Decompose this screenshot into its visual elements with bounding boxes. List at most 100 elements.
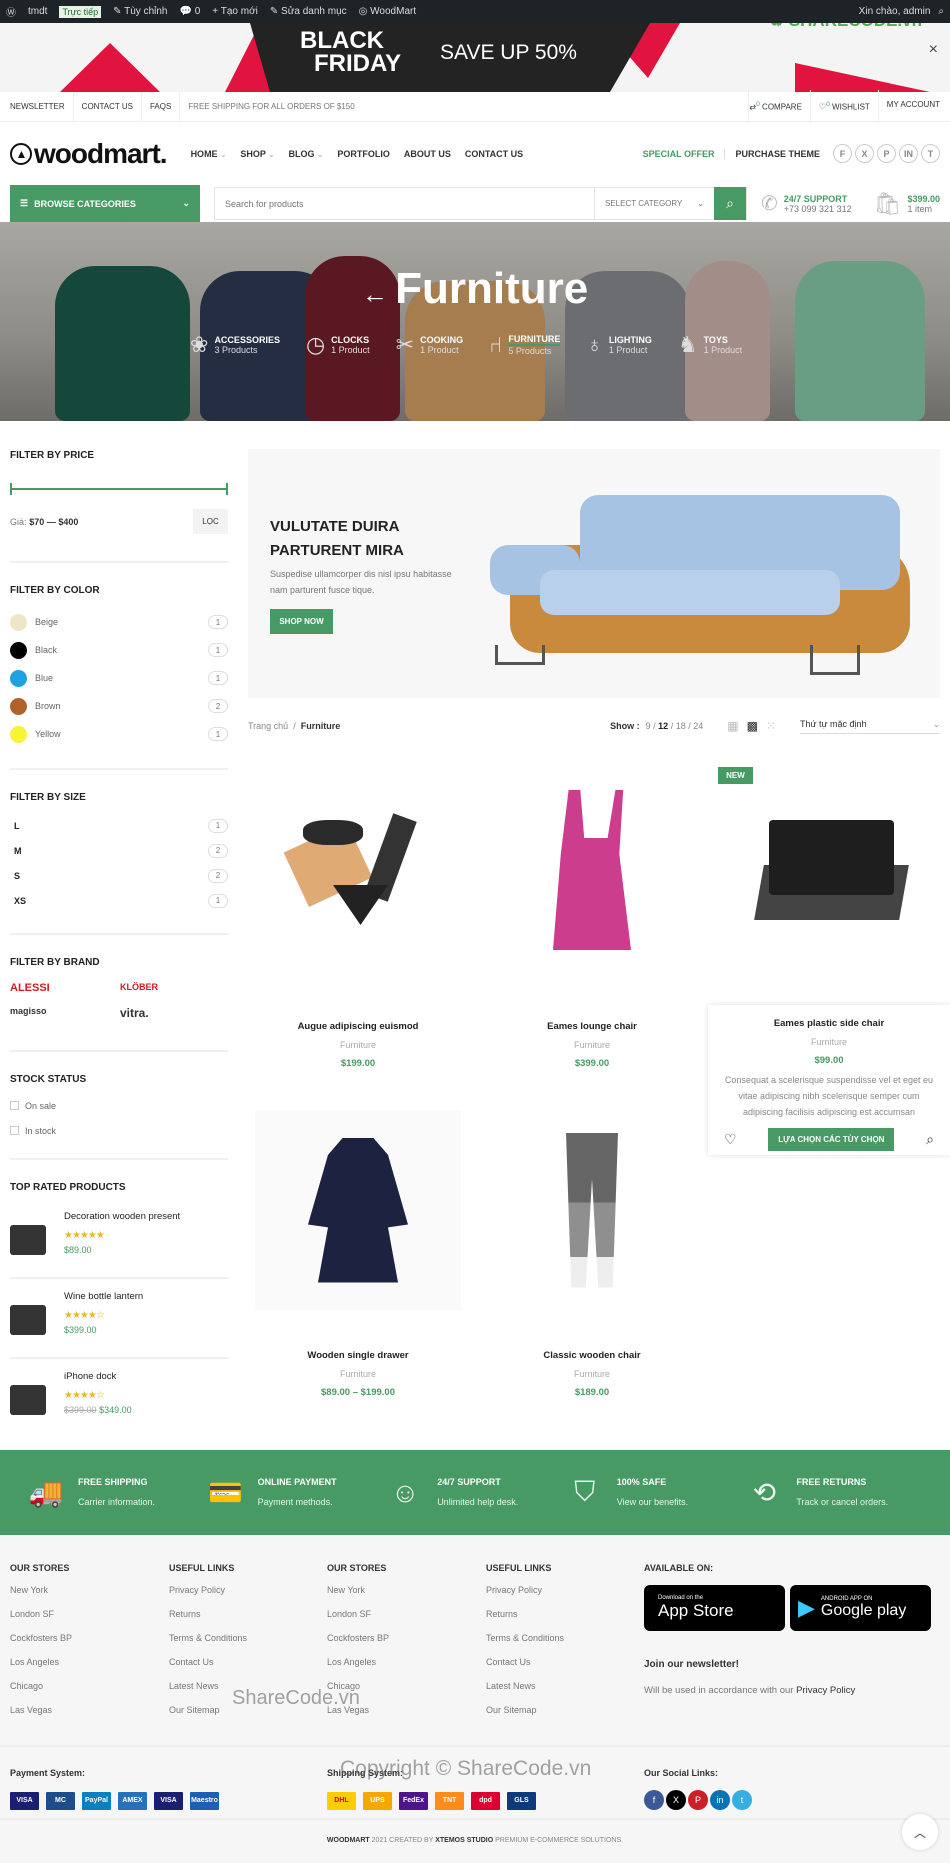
black-friday-banner[interactable]: BLACK FRIDAY SAVE UP 50% × ♻ SHARECODE.v… [0, 23, 950, 92]
cart-button[interactable]: 🛍 $399.00 1 item [874, 191, 940, 217]
x-icon[interactable]: X [666, 1790, 686, 1810]
telegram-icon[interactable]: t [732, 1790, 752, 1810]
hero-cat-clocks[interactable]: ◷ CLOCKS 1 Product [306, 332, 370, 358]
topbar-contact[interactable]: CONTACT US [74, 91, 142, 122]
per-page-9[interactable]: 9 [646, 721, 651, 731]
shop-now-button[interactable]: SHOP NOW [270, 609, 333, 634]
grid-4-icon[interactable]: ⁙ [766, 719, 776, 733]
footer-link[interactable]: New York [327, 1585, 477, 1609]
footer-link[interactable]: Returns [169, 1609, 319, 1633]
product-category[interactable]: Furniture [475, 1040, 709, 1050]
product-card[interactable]: Augue adipiscing euismod Furniture $199.… [241, 760, 475, 1069]
product-card[interactable]: Classic wooden chair Furniture $189.00 [475, 1110, 709, 1398]
top-rated-thumb[interactable] [10, 1305, 46, 1335]
copyright-studio[interactable]: XTEMOS STUDIO [435, 1837, 493, 1844]
product-category[interactable]: Furniture [241, 1369, 475, 1379]
special-offer-link[interactable]: SPECIAL OFFER [643, 149, 715, 159]
size-filter-item[interactable]: L1 [10, 813, 228, 838]
product-image-wallet[interactable] [712, 760, 946, 980]
brand-klober[interactable]: KLÖBER [120, 982, 230, 994]
stock-on-sale[interactable]: On sale [10, 1093, 228, 1118]
product-title[interactable]: Eames plastic side chair [712, 1018, 946, 1029]
footer-link[interactable]: Cockfosters BP [327, 1633, 477, 1657]
product-category[interactable]: Furniture [241, 1040, 475, 1050]
hero-cat-accessories[interactable]: ❀ ACCESSORIES 3 Products [190, 332, 280, 358]
brand-vitra[interactable]: vitra. [120, 1006, 230, 1020]
top-rated-thumb[interactable] [10, 1225, 46, 1255]
product-title[interactable]: Augue adipiscing euismod [241, 1021, 475, 1032]
sort-select[interactable]: Thứ tự mặc định ⌄ [800, 719, 940, 734]
purchase-theme-link[interactable]: PURCHASE THEME [724, 148, 820, 159]
checkbox[interactable] [10, 1101, 19, 1110]
admin-theme[interactable]: ◎ WoodMart [359, 6, 416, 17]
top-rated-name[interactable]: Decoration wooden present [64, 1211, 180, 1222]
slider-handle-max[interactable] [226, 483, 228, 495]
grid-3-icon[interactable]: ▩ [747, 719, 758, 733]
footer-link[interactable]: New York [10, 1585, 160, 1609]
hero-cat-cooking[interactable]: ✂ COOKING 1 Product [396, 332, 463, 358]
filter-button[interactable]: LỌC [193, 509, 228, 534]
top-rated-name[interactable]: Wine bottle lantern [64, 1291, 143, 1302]
nav-shop[interactable]: SHOP ⌄ [240, 149, 274, 159]
color-filter-item[interactable]: Blue 1 [10, 664, 228, 692]
product-image-bowtie[interactable] [241, 760, 475, 980]
google-play-button[interactable]: ▶ ANDROID APP ON Google play [790, 1585, 931, 1631]
top-rated-item[interactable]: Decoration wooden present ★★★★★ $89.00 [10, 1205, 228, 1279]
admin-greeting[interactable]: Xin chào, admin [859, 6, 931, 17]
size-filter-item[interactable]: M2 [10, 838, 228, 863]
close-icon[interactable]: × [929, 41, 938, 59]
stock-in-stock[interactable]: In stock [10, 1118, 228, 1143]
footer-link[interactable]: Contact Us [169, 1657, 319, 1681]
footer-link[interactable]: Latest News [486, 1681, 636, 1705]
color-filter-item[interactable]: Yellow 1 [10, 720, 228, 748]
color-filter-item[interactable]: Beige 1 [10, 608, 228, 636]
brand-magisso[interactable]: magisso [10, 1006, 120, 1020]
hero-cat-furniture[interactable]: ⑁ FURNITURE 5 Products [489, 332, 561, 358]
select-options-button[interactable]: LỰA CHỌN CÁC TÙY CHỌN [768, 1128, 895, 1151]
site-logo[interactable]: ▲ woodmart. [10, 138, 168, 170]
top-rated-thumb[interactable] [10, 1385, 46, 1415]
telegram-icon[interactable]: t [921, 144, 940, 163]
footer-link[interactable]: London SF [10, 1609, 160, 1633]
grid-2-icon[interactable]: ▦ [727, 719, 738, 733]
x-icon[interactable]: X [855, 144, 874, 163]
support-block[interactable]: ✆ 24/7 SUPPORT +73 099 321 312 [761, 191, 852, 216]
facebook-icon[interactable]: f [833, 144, 852, 163]
admin-edit[interactable]: ✎ Sửa danh mục [270, 6, 347, 17]
per-page-18[interactable]: 18 [676, 721, 686, 731]
scroll-top-button[interactable]: ︿ [902, 1814, 938, 1850]
breadcrumb-home[interactable]: Trang chủ [248, 721, 288, 731]
hero-cat-toys[interactable]: ♞ TOYS 1 Product [678, 332, 742, 358]
per-page-12[interactable]: 12 [658, 721, 668, 731]
wishlist-heart-icon[interactable]: ♡ [724, 1131, 737, 1148]
pinterest-icon[interactable]: P [877, 144, 896, 163]
footer-link[interactable]: Terms & Conditions [169, 1633, 319, 1657]
product-title[interactable]: Classic wooden chair [475, 1350, 709, 1361]
size-filter-item[interactable]: XS 1 [10, 888, 228, 913]
footer-link[interactable]: London SF [327, 1609, 477, 1633]
footer-link[interactable]: Privacy Policy [169, 1585, 319, 1609]
app-store-button[interactable]: Download on the App Store [644, 1585, 785, 1631]
price-slider[interactable] [10, 483, 228, 495]
wordpress-icon[interactable]: Ⓦ [6, 4, 16, 19]
quick-view-search-icon[interactable]: ⌕ [926, 1131, 934, 1148]
nav-portfolio[interactable]: PORTFOLIO [337, 149, 390, 159]
linkedin-icon[interactable]: in [710, 1790, 730, 1810]
footer-link[interactable]: Los Angeles [10, 1657, 160, 1681]
my-account-link[interactable]: MY ACCOUNT [877, 90, 940, 123]
color-filter-item[interactable]: Black 1 [10, 636, 228, 664]
search-input[interactable] [215, 188, 594, 219]
nav-about[interactable]: ABOUT US [404, 149, 451, 159]
back-arrow-icon[interactable]: ← [362, 279, 395, 309]
admin-customize[interactable]: ✎ Tùy chỉnh [113, 6, 167, 17]
linkedin-icon[interactable]: in [899, 144, 918, 163]
top-rated-item[interactable]: iPhone dock ★★★★☆ $399.00 $349.00 [10, 1365, 228, 1439]
footer-link[interactable]: Chicago [10, 1681, 160, 1705]
size-filter-item[interactable]: S2 [10, 863, 228, 888]
nav-home[interactable]: HOME ⌄ [191, 149, 227, 159]
search-button[interactable]: ⌕ [714, 187, 746, 220]
product-card[interactable]: Eames lounge chair Furniture $399.00 [475, 760, 709, 1069]
admin-site-link[interactable]: tmdt [28, 6, 47, 17]
product-category[interactable]: Furniture [475, 1369, 709, 1379]
product-title[interactable]: Eames lounge chair [475, 1021, 709, 1032]
